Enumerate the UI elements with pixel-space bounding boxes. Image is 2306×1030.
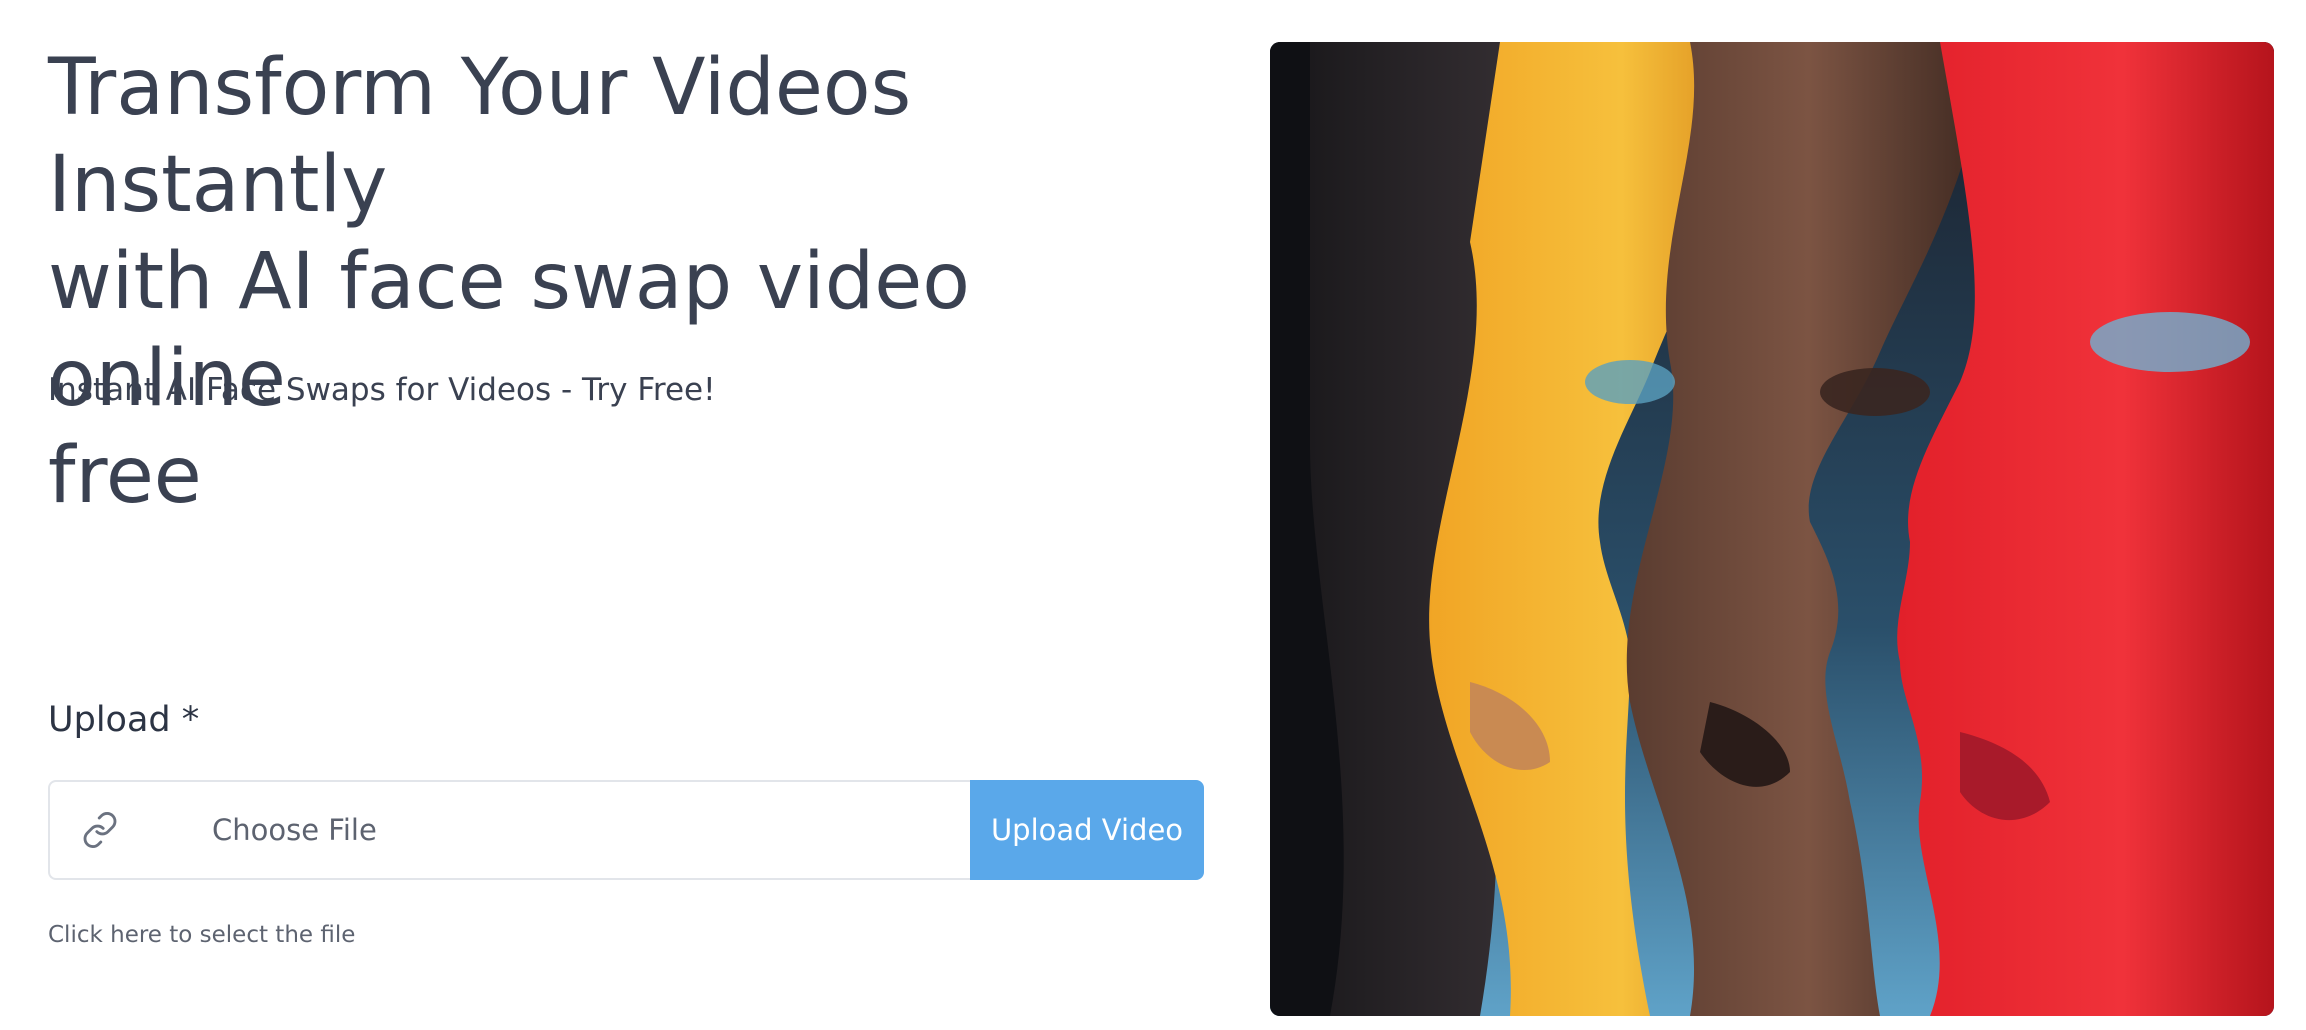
upload-video-button[interactable]: Upload Video (970, 780, 1204, 880)
link-icon (80, 810, 120, 850)
upload-label: Upload * (48, 700, 200, 740)
hero-image (1270, 42, 2274, 1016)
faces-illustration (1270, 42, 2274, 1016)
upload-row: Choose File Upload Video (48, 780, 1204, 880)
hero-subtitle: Instant AI Face Swaps for Videos - Try F… (48, 372, 716, 408)
hero-section: Transform Your Videos Instantly with AI … (48, 40, 1208, 525)
file-placeholder: Choose File (212, 813, 377, 847)
file-chooser[interactable]: Choose File (48, 780, 970, 880)
hero-title-line-1: Transform Your Videos Instantly (48, 43, 912, 230)
hero-title: Transform Your Videos Instantly with AI … (48, 40, 1208, 525)
hero-title-line-3: free (48, 431, 202, 521)
upload-helper-text: Click here to select the file (48, 922, 356, 948)
